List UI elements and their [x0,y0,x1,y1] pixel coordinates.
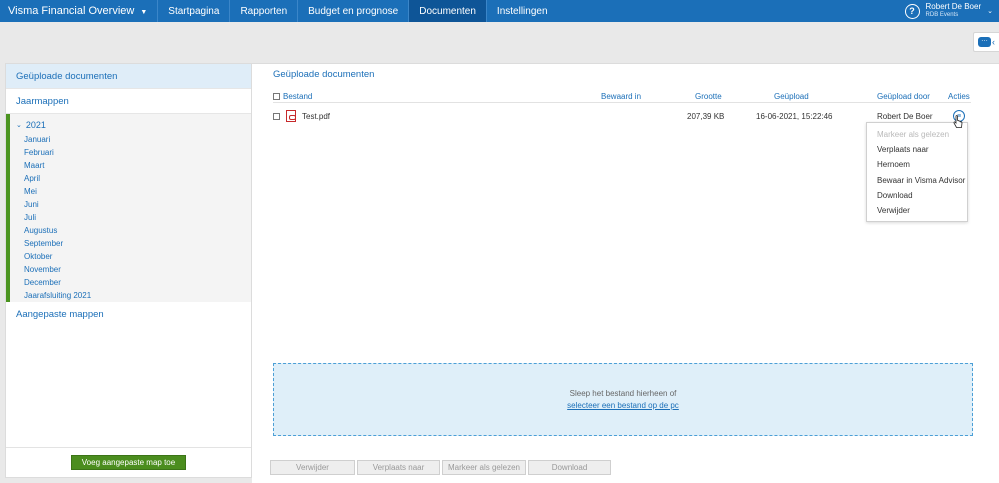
sidebar-month-maart[interactable]: Maart [10,159,251,172]
sidebar-item-yearfolders[interactable]: Jaarmappen [6,89,251,114]
sidebar-item-uploaded[interactable]: Geüploade documenten [6,64,251,89]
file-uploaded-date: 16-06-2021, 15:22:46 [756,111,833,121]
chevron-left-icon: ‹ [992,37,995,47]
column-uploaded[interactable]: Geüpload [774,90,809,102]
sidebar-month-november[interactable]: November [10,263,251,276]
dropzone-text: Sleep het bestand hierheen of [569,389,677,398]
user-menu[interactable]: ? Robert De Boer RDB Events ⌄ [904,0,999,22]
sidebar-month-juli[interactable]: Juli [10,211,251,224]
tab-budget[interactable]: Budget en prognose [298,0,410,22]
sidebar: Geüploade documenten Jaarmappen ⌄ 2021 J… [5,63,252,478]
chat-widget[interactable]: … ‹ [973,32,999,52]
mark-read-button[interactable]: Markeer als gelezen [442,460,526,475]
select-file-link[interactable]: selecteer een bestand op de pc [567,401,679,410]
column-stored-in[interactable]: Bewaard in [601,90,641,102]
tab-startpagina[interactable]: Startpagina [158,0,231,22]
column-file[interactable]: Bestand [283,92,312,101]
app-title: Visma Financial Overview [8,5,135,17]
chevron-down-icon: ⌄ [16,122,22,129]
sidebar-month-augustus[interactable]: Augustus [10,224,251,237]
tab-instellingen[interactable]: Instellingen [487,0,558,22]
sidebar-footer: Voeg aangepaste map toe [6,447,251,477]
select-all-checkbox[interactable] [273,92,280,100]
sidebar-month-jaarafsluiting[interactable]: Jaarafsluiting 2021 [10,289,251,302]
delete-button[interactable]: Verwijder [270,460,355,475]
sidebar-year-label: 2021 [25,120,46,130]
pdf-file-icon [286,110,296,122]
menu-move-to[interactable]: Verplaats naar [867,142,967,157]
sidebar-month-januari[interactable]: Januari [10,133,251,146]
menu-delete[interactable]: Verwijder [867,203,967,218]
column-size[interactable]: Grootte [695,90,722,102]
menu-download[interactable]: Download [867,188,967,203]
chevron-down-icon: ⌄ [987,8,993,15]
row-checkbox[interactable] [273,112,280,120]
column-uploaded-by[interactable]: Geüpload door [877,90,930,102]
sidebar-item-custom-folders[interactable]: Aangepaste mappen [6,302,251,327]
actions-dropdown: Markeer als gelezen Verplaats naar Herno… [866,122,968,222]
tab-rapporten[interactable]: Rapporten [230,0,299,22]
row-file-cell: Test.pdf [273,108,330,124]
help-icon[interactable]: ? [904,3,920,19]
tab-documenten[interactable]: Documenten [409,0,487,22]
add-custom-folder-button[interactable]: Voeg aangepaste map toe [70,455,187,470]
app-switcher[interactable]: Visma Financial Overview ▼ [0,0,159,22]
sidebar-month-juni[interactable]: Juni [10,198,251,211]
file-dropzone[interactable]: Sleep het bestand hierheen of selecteer … [273,363,973,436]
sidebar-month-december[interactable]: December [10,276,251,289]
menu-save-advisor[interactable]: Bewaar in Visma Advisor [867,173,967,188]
sidebar-month-oktober[interactable]: Oktober [10,250,251,263]
download-button[interactable]: Download [528,460,611,475]
chevron-down-icon: ▼ [140,8,148,16]
sidebar-month-februari[interactable]: Februari [10,146,251,159]
bulk-action-bar: Verwijder Verplaats naar Markeer als gel… [270,460,611,475]
sidebar-month-mei[interactable]: Mei [10,185,251,198]
hand-cursor-icon [953,115,963,128]
user-info: Robert De Boer RDB Events [926,3,982,19]
sidebar-year-group: ⌄ 2021 Januari Februari Maart April Mei … [6,114,251,302]
main-panel: Geüploade documenten Bestand Bewaard in … [252,63,999,483]
sidebar-year-toggle[interactable]: ⌄ 2021 [10,117,251,133]
chat-icon: … [978,36,991,47]
user-organization: RDB Events [925,12,959,18]
sidebar-month-april[interactable]: April [10,172,251,185]
menu-rename[interactable]: Hernoem [867,157,967,172]
top-navigation: Visma Financial Overview ▼ Startpagina R… [0,0,999,22]
header-file-cell: Bestand [273,90,312,102]
table-header: Bestand Bewaard in Grootte Geüpload Geüp… [273,90,971,103]
column-actions: Acties [948,91,970,101]
move-button[interactable]: Verplaats naar [357,460,440,475]
page-title: Geüploade documenten [273,69,375,80]
user-name: Robert De Boer [925,2,982,11]
menu-mark-read: Markeer als gelezen [877,130,950,140]
sidebar-month-september[interactable]: September [10,237,251,250]
file-name[interactable]: Test.pdf [302,112,330,121]
file-size: 207,39 KB [687,111,725,121]
